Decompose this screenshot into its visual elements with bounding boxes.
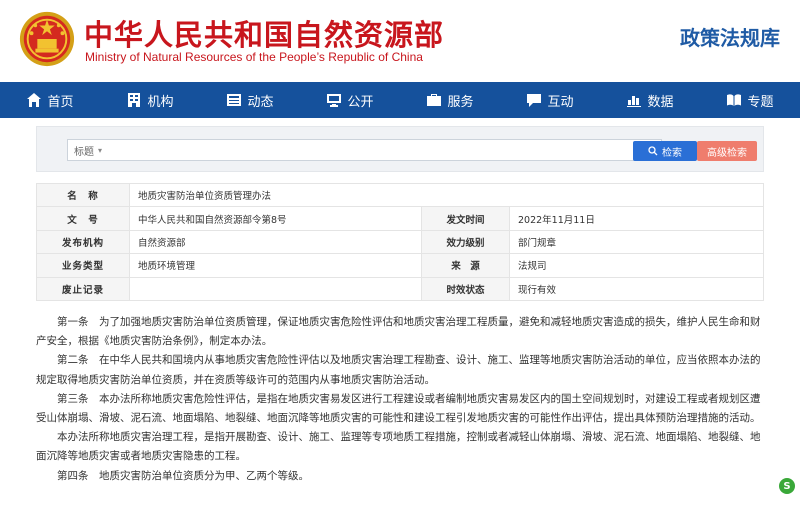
advanced-search-label: 高级检索 — [707, 147, 747, 159]
meta-row-name: 名 称 地质灾害防治单位资质管理办法 — [36, 182, 764, 208]
meta-label-docno: 文 号 — [36, 206, 130, 231]
meta-row-abolish: 废止记录 时效状态 现行有效 — [36, 276, 764, 301]
article-body: 第一条 为了加强地质灾害防治单位资质管理，保证地质灾害危险性评估和地质灾害治理工… — [36, 313, 766, 486]
meta-row-org: 发布机构 自然资源部 效力级别 部门规章 — [36, 229, 764, 255]
news-icon — [227, 94, 242, 106]
site-header: 中华人民共和国自然资源部 Ministry of Natural Resourc… — [0, 0, 800, 82]
chat-icon — [527, 94, 542, 107]
nav-item-topics[interactable]: 专题 — [700, 82, 800, 118]
chart-icon — [627, 96, 642, 107]
nav-item-label: 动态 — [247, 94, 274, 110]
nav-item-label: 公开 — [347, 94, 374, 110]
search-button[interactable]: 检索 — [633, 141, 697, 161]
meta-label-name: 名 称 — [36, 182, 130, 208]
meta-label-status: 时效状态 — [421, 276, 510, 301]
article-paragraph: 第二条 在中华人民共和国境内从事地质灾害危险性评估以及地质灾害治理工程勘查、设计… — [36, 354, 761, 386]
briefcase-icon — [427, 94, 442, 106]
meta-value-status: 现行有效 — [509, 276, 764, 301]
meta-value-docno: 中华人民共和国自然资源部令第8号 — [129, 206, 422, 231]
chevron-down-icon: ▾ — [98, 145, 103, 155]
advanced-search-button[interactable]: 高级检索 — [697, 141, 757, 161]
search-field-select[interactable]: 标题 ▾ — [67, 139, 662, 161]
main-nav: 首页 机构 动态 公开 服务 互动 数据 专题 — [0, 82, 800, 118]
book-icon — [727, 94, 742, 106]
meta-value-abolish — [129, 276, 422, 301]
nav-item-label: 首页 — [47, 94, 74, 110]
nav-item-public[interactable]: 公开 — [300, 82, 400, 118]
meta-label-date: 发文时间 — [421, 206, 510, 231]
meta-value-source: 法规司 — [509, 253, 764, 278]
meta-row-docno: 文 号 中华人民共和国自然资源部令第8号 发文时间 2022年11月11日 — [36, 206, 764, 231]
nav-item-services[interactable]: 服务 — [400, 82, 500, 118]
meta-value-type: 地质环境管理 — [129, 253, 422, 278]
nav-item-data[interactable]: 数据 — [600, 82, 700, 118]
ministry-name-en[interactable]: Ministry of Natural Resources of the Peo… — [85, 50, 423, 64]
article-paragraph: 第一条 为了加强地质灾害防治单位资质管理，保证地质灾害危险性评估和地质灾害治理工… — [36, 316, 761, 348]
nav-item-news[interactable]: 动态 — [200, 82, 300, 118]
home-icon — [27, 93, 42, 107]
nav-item-interaction[interactable]: 互动 — [500, 82, 600, 118]
meta-value-date: 2022年11月11日 — [509, 206, 764, 231]
input-method-icon[interactable]: S — [779, 478, 795, 494]
monitor-icon — [327, 94, 342, 107]
meta-label-abolish: 废止记录 — [36, 276, 130, 301]
building-icon — [128, 93, 141, 107]
search-button-label: 检索 — [662, 147, 682, 159]
search-icon — [648, 146, 658, 156]
meta-label-type: 业务类型 — [36, 253, 130, 278]
meta-label-org: 发布机构 — [36, 229, 130, 255]
ministry-name-cn[interactable]: 中华人民共和国自然资源部 — [84, 12, 444, 54]
nav-item-label: 互动 — [547, 94, 574, 110]
nav-item-label: 机构 — [147, 94, 174, 110]
meta-value-level: 部门规章 — [509, 229, 764, 255]
nav-item-label: 专题 — [747, 94, 774, 110]
nav-item-label: 服务 — [447, 94, 474, 110]
nav-item-institutions[interactable]: 机构 — [100, 82, 200, 118]
meta-label-level: 效力级别 — [421, 229, 510, 255]
article-paragraph: 第四条 地质灾害防治单位资质分为甲、乙两个等级。 — [57, 469, 309, 482]
national-emblem-icon[interactable] — [18, 10, 76, 68]
meta-row-type: 业务类型 地质环境管理 来 源 法规司 — [36, 253, 764, 278]
meta-value-name: 地质灾害防治单位资质管理办法 — [129, 182, 764, 208]
document-meta-table: 名 称 地质灾害防治单位资质管理办法 文 号 中华人民共和国自然资源部令第8号 … — [36, 182, 764, 301]
search-field-label: 标题 — [74, 146, 94, 158]
library-title: 政策法规库 — [680, 26, 780, 50]
article-paragraph: 第三条 本办法所称地质灾害危险性评估，是指在地质灾害易发区进行工程建设或者编制地… — [36, 392, 761, 425]
nav-item-label: 数据 — [647, 94, 674, 110]
nav-item-home[interactable]: 首页 — [0, 82, 100, 118]
article-paragraph: 本办法所称地质灾害治理工程，是指开展勘查、设计、施工、监理等专项地质工程措施，控… — [36, 431, 761, 463]
search-band: 标题 ▾ 检索 高级检索 — [36, 126, 764, 172]
meta-value-org: 自然资源部 — [129, 229, 422, 255]
meta-label-source: 来 源 — [421, 253, 510, 278]
